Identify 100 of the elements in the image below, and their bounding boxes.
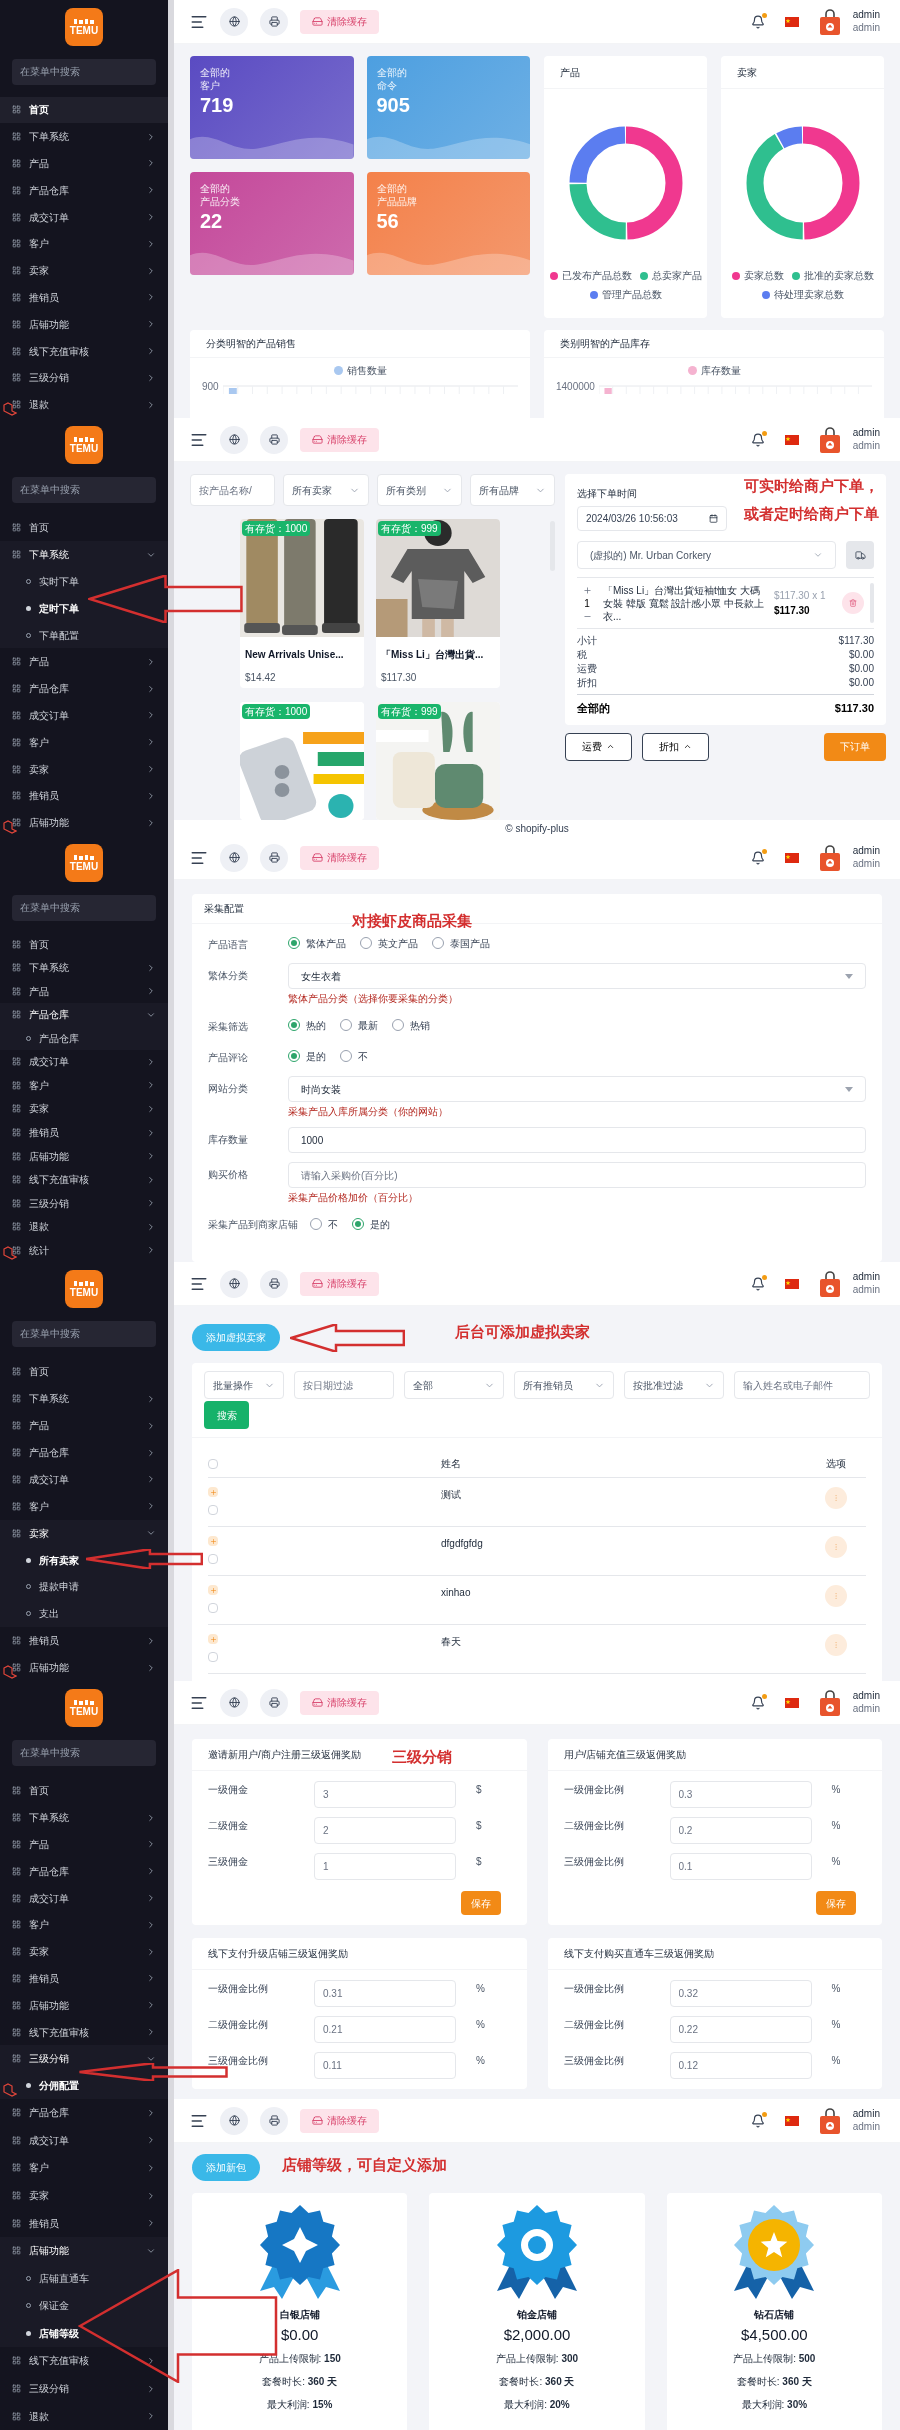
filter-field[interactable]: 输入姓名或电子邮件	[734, 1371, 870, 1399]
menu-item[interactable]: 线下充值审核	[0, 2018, 168, 2046]
menu-item[interactable]: 产品仓库	[0, 1439, 168, 1466]
menu-item[interactable]: 店铺功能	[0, 310, 168, 338]
menu-item[interactable]: 产品	[0, 1412, 168, 1440]
menu-item[interactable]: 成交订单	[0, 203, 168, 231]
checkbox[interactable]	[208, 1554, 218, 1564]
input-field[interactable]: 1000	[288, 1127, 866, 1153]
menu-search-field[interactable]: 在菜单中搜索	[12, 1739, 156, 1766]
print-button[interactable]	[260, 425, 288, 454]
menu-item[interactable]: 退款	[0, 2402, 168, 2430]
menu-item[interactable]: 退款	[0, 391, 168, 418]
notification-icon[interactable]	[750, 1276, 765, 1291]
menu-item[interactable]: 下单系统	[0, 541, 168, 569]
input-field[interactable]: 0.2	[669, 1817, 812, 1844]
shopping-bag-icon[interactable]	[818, 8, 841, 35]
menu-item[interactable]: 首页	[0, 1358, 168, 1386]
filter-select[interactable]: 批量操作	[204, 1371, 284, 1399]
checkbox[interactable]	[208, 1505, 218, 1515]
menu-item[interactable]: 推销员	[0, 2209, 168, 2237]
print-button[interactable]	[260, 843, 288, 872]
clear-cache-button[interactable]: 清除缓存	[300, 1271, 379, 1296]
submenu-item[interactable]: 产品仓库	[0, 1026, 168, 1051]
shopping-bag-icon[interactable]	[818, 1689, 841, 1716]
filter-select[interactable]: 所有卖家	[283, 474, 369, 506]
menu-item[interactable]: 卖家	[0, 2181, 168, 2210]
menu-item[interactable]: 成交订单	[0, 1050, 168, 1074]
menu-item[interactable]: 店铺功能	[0, 1144, 168, 1168]
input-field[interactable]: 请输入采购价(百分比)	[288, 1162, 866, 1188]
filter-select[interactable]: 所有类别	[376, 474, 462, 506]
menu-item[interactable]: 产品	[0, 150, 168, 177]
filter-field[interactable]: 按日期过滤	[294, 1371, 394, 1399]
datetime-field[interactable]: 2024/03/26 10:56:03	[577, 506, 727, 531]
menu-item[interactable]: 产品	[0, 1831, 168, 1858]
language-button[interactable]	[220, 1269, 248, 1298]
menu-item[interactable]: 产品	[0, 979, 168, 1004]
menu-item[interactable]: 店铺功能	[0, 809, 168, 836]
menu-item[interactable]: 产品仓库	[0, 1003, 168, 1027]
category-select[interactable]: 女生衣着	[288, 963, 866, 989]
menu-item[interactable]: 首页	[0, 96, 168, 124]
submenu-item[interactable]: 保证金	[0, 2292, 168, 2320]
toggle-button[interactable]: 运费	[565, 732, 632, 761]
print-button[interactable]	[260, 7, 288, 36]
menu-item[interactable]: 店铺功能	[0, 1654, 168, 1681]
notification-icon[interactable]	[750, 14, 765, 29]
filter-select[interactable]: 全部	[404, 1371, 504, 1399]
flag-icon[interactable]	[784, 2115, 799, 2126]
input-field[interactable]: 0.31	[314, 1980, 456, 2007]
product-card[interactable]: 有存货：999 「Miss Li」台灣出貨... $117.30	[376, 519, 500, 688]
submenu-item[interactable]: 店铺等级	[0, 2319, 168, 2348]
shopping-bag-icon[interactable]	[818, 426, 841, 453]
menu-item[interactable]: 首页	[0, 1777, 168, 1805]
delete-button[interactable]	[842, 592, 864, 614]
menu-item[interactable]: 三级分销	[0, 2045, 168, 2073]
language-button[interactable]	[220, 843, 248, 872]
toggle-button[interactable]: 折扣	[642, 732, 709, 761]
input-field[interactable]: 0.1	[669, 1853, 812, 1880]
menu-item[interactable]: 推销员	[0, 284, 168, 311]
clear-cache-button[interactable]: 清除缓存	[300, 845, 379, 870]
menu-item[interactable]: 卖家	[0, 1519, 168, 1547]
checkbox[interactable]	[208, 1652, 218, 1662]
language-button[interactable]	[220, 7, 248, 36]
menu-item[interactable]: 线下充值审核	[0, 1167, 168, 1192]
clear-cache-button[interactable]: 清除缓存	[300, 9, 379, 34]
menu-item[interactable]: 线下充值审核	[0, 2347, 168, 2375]
menu-item[interactable]: 线下充值审核	[0, 337, 168, 365]
submenu-item[interactable]: 下单配置	[0, 621, 168, 649]
menu-item[interactable]: 推销员	[0, 1627, 168, 1655]
notification-icon[interactable]	[750, 2113, 765, 2128]
shopping-bag-icon[interactable]	[818, 844, 841, 871]
menu-item[interactable]: 客户	[0, 1911, 168, 1939]
menu-item[interactable]: 客户	[0, 230, 168, 258]
menu-item[interactable]: 产品仓库	[0, 2099, 168, 2127]
input-field[interactable]: 0.3	[669, 1781, 812, 1808]
notification-icon[interactable]	[750, 432, 765, 447]
language-button[interactable]	[220, 425, 248, 454]
menu-item[interactable]: 产品仓库	[0, 1857, 168, 1885]
menu-item[interactable]: 卖家	[0, 755, 168, 783]
menu-item[interactable]: 推销员	[0, 1965, 168, 1992]
submenu-item[interactable]: 店铺直通车	[0, 2264, 168, 2293]
menu-search-field[interactable]: 在菜单中搜索	[12, 476, 156, 503]
menu-item[interactable]: 产品仓库	[0, 675, 168, 703]
menu-item[interactable]: 成交订单	[0, 702, 168, 729]
submenu-item[interactable]: 提款申请	[0, 1573, 168, 1601]
menu-item[interactable]: 卖家	[0, 257, 168, 285]
checkbox[interactable]	[208, 1458, 218, 1469]
shipping-button[interactable]	[846, 541, 874, 569]
menu-item[interactable]: 下单系统	[0, 123, 168, 151]
filter-select[interactable]: 所有推销员	[514, 1371, 614, 1399]
print-button[interactable]	[260, 2106, 288, 2135]
submenu-item[interactable]: 支出	[0, 1600, 168, 1628]
menu-item[interactable]: 首页	[0, 514, 168, 542]
menu-item[interactable]: 客户	[0, 728, 168, 756]
input-field[interactable]: 3	[314, 1781, 456, 1808]
submenu-item[interactable]: 实时下单	[0, 568, 168, 595]
menu-item[interactable]: 三级分销	[0, 364, 168, 392]
menu-item[interactable]: 店铺功能	[0, 1991, 168, 2019]
print-button[interactable]	[260, 1688, 288, 1717]
search-field[interactable]: 按产品名称/	[190, 474, 276, 506]
menu-item[interactable]: 客户	[0, 2154, 168, 2182]
